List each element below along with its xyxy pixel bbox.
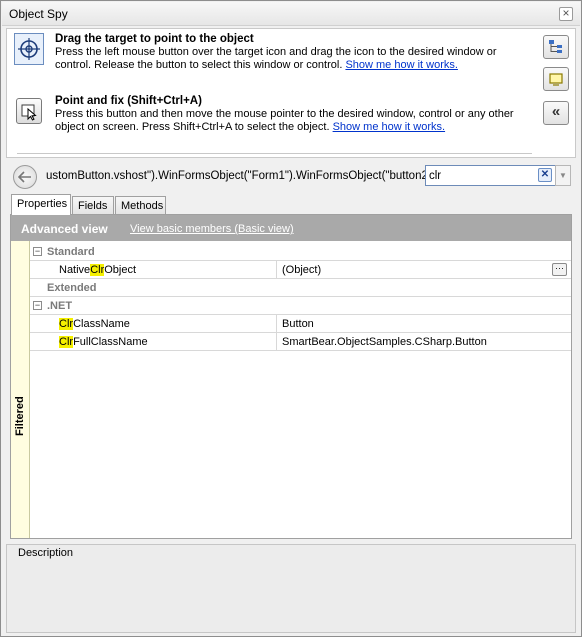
ellipsis-button[interactable]: ···: [552, 263, 567, 276]
selection-panel: Drag the target to point to the object P…: [6, 28, 576, 158]
drag-show-me-link[interactable]: Show me how it works.: [345, 59, 457, 71]
tab-methods[interactable]: Methods: [115, 196, 166, 215]
category-dotnet[interactable]: − .NET: [30, 297, 571, 315]
property-value: (Object): [282, 264, 322, 276]
collapse-panel-button[interactable]: «: [543, 101, 569, 125]
basic-view-link[interactable]: View basic members (Basic view): [130, 223, 294, 235]
category-standard[interactable]: − Standard: [30, 243, 571, 261]
property-value: Button: [282, 318, 314, 330]
drag-title: Drag the target to point to the object: [55, 33, 254, 45]
window-title: Object Spy: [9, 7, 68, 21]
tab-fields[interactable]: Fields: [72, 196, 114, 215]
clear-filter-button[interactable]: ✕: [538, 168, 552, 182]
panel-divider: [17, 153, 532, 154]
description-panel: Description: [6, 544, 576, 633]
pointer-icon: [21, 104, 37, 121]
filtered-label: Filtered: [14, 396, 26, 436]
category-label: .NET: [47, 300, 73, 312]
point-and-fix-button[interactable]: [16, 98, 42, 124]
property-name: ClrFullClassName: [59, 336, 148, 348]
chevron-down-icon: ▼: [559, 171, 567, 180]
drag-target-icon[interactable]: [14, 33, 44, 65]
property-name-suffix: FullClassName: [73, 336, 148, 348]
category-label: Extended: [47, 282, 97, 294]
drag-description: Press the left mouse button over the tar…: [55, 46, 525, 72]
object-spy-window: Object Spy × Drag the target to point to…: [0, 0, 582, 637]
property-name-suffix: Object: [104, 264, 137, 276]
view-header: Advanced view View basic members (Basic …: [11, 215, 571, 241]
highlight-object-button[interactable]: [543, 67, 569, 91]
point-fix-description: Press this button and then move the mous…: [55, 108, 525, 134]
tree-icon: [549, 40, 562, 53]
search-highlight: Clr: [59, 318, 74, 330]
properties-pane: Advanced view View basic members (Basic …: [10, 214, 572, 539]
collapse-toggle-icon[interactable]: −: [33, 301, 42, 310]
highlight-icon: [549, 73, 563, 86]
filter-input[interactable]: [429, 169, 534, 183]
search-highlight: Clr: [59, 336, 74, 348]
property-grid: − Standard NativeClrObject (Object) ··· …: [30, 241, 571, 538]
object-path: ustomButton.vshost").WinFormsObject("For…: [46, 170, 436, 182]
category-label: Standard: [47, 246, 95, 258]
search-highlight: Clr: [90, 264, 105, 276]
close-button[interactable]: ×: [559, 7, 573, 21]
point-fix-show-me-link[interactable]: Show me how it works.: [333, 121, 445, 133]
column-separator: [276, 261, 277, 279]
close-icon: ✕: [540, 169, 550, 180]
table-row[interactable]: ClrFullClassName SmartBear.ObjectSamples…: [30, 333, 571, 351]
point-fix-title: Point and fix (Shift+Ctrl+A): [55, 95, 202, 107]
property-name: NativeClrObject: [59, 264, 136, 276]
arrow-left-icon: [18, 171, 31, 183]
object-tree-button[interactable]: [543, 35, 569, 59]
back-button[interactable]: [13, 165, 37, 189]
filter-dropdown-button[interactable]: ▼: [555, 165, 571, 186]
table-row[interactable]: ClrClassName Button: [30, 315, 571, 333]
tab-properties[interactable]: Properties: [11, 194, 71, 215]
table-row[interactable]: NativeClrObject (Object) ···: [30, 261, 571, 279]
description-label: Description: [18, 547, 74, 559]
column-separator: [276, 333, 277, 351]
property-name-prefix: Native: [59, 264, 91, 276]
column-separator: [276, 315, 277, 333]
filtered-strip: Filtered: [11, 241, 30, 538]
collapse-toggle-icon[interactable]: −: [33, 247, 42, 256]
property-value: SmartBear.ObjectSamples.CSharp.Button: [282, 336, 487, 348]
title-bar: Object Spy ×: [2, 2, 580, 26]
property-name: ClrClassName: [59, 318, 130, 330]
view-title: Advanced view: [21, 222, 108, 236]
object-path-row: ustomButton.vshost").WinFormsObject("For…: [6, 161, 576, 189]
collapse-icon: «: [551, 103, 561, 120]
category-extended[interactable]: Extended: [30, 279, 571, 297]
property-name-suffix: ClassName: [73, 318, 130, 330]
crosshair-icon: [18, 38, 40, 60]
